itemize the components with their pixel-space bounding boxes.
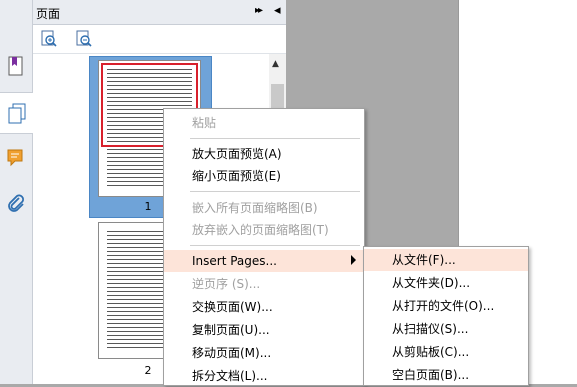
insert-pages-label: Insert Pages... (192, 254, 277, 268)
insert-pages-submenu: 从文件(F)... 从文件夹(D)... 从打开的文件(O)... 从扫描仪(S… (363, 246, 529, 386)
menu-item-reverse-order[interactable]: 逆页序 (S)... (164, 273, 364, 295)
submenu-item-from-folder[interactable]: 从文件夹(D)... (364, 272, 528, 294)
menu-item-swap-pages[interactable]: 交换页面(W)... (164, 296, 364, 318)
menu-item-reduce-preview[interactable]: 缩小页面预览(E) (164, 165, 364, 187)
menu-item-insert-pages[interactable]: Insert Pages... (164, 250, 364, 272)
bookmarks-tab[interactable] (0, 46, 32, 86)
comments-tab[interactable] (0, 138, 32, 178)
menu-separator (190, 138, 360, 139)
menu-item-enlarge-preview[interactable]: 放大页面预览(A) (164, 143, 364, 165)
page-number-label: 2 (144, 364, 152, 377)
comment-icon (7, 149, 23, 167)
menu-item-move-pages[interactable]: 移动页面(M)... (164, 342, 364, 364)
bookmark-icon (8, 56, 23, 76)
panel-toolbar (33, 25, 286, 54)
attachments-tab[interactable] (0, 184, 32, 224)
pages-tab[interactable] (0, 92, 33, 134)
pages-icon (8, 103, 25, 124)
panel-collapse-icon[interactable]: ◂ (274, 3, 281, 18)
menu-separator (190, 191, 360, 192)
scroll-up-icon[interactable]: ▲ (272, 59, 279, 69)
zoom-out-page-icon[interactable] (75, 30, 93, 48)
panel-options-icon[interactable]: ▸▸ (255, 5, 263, 16)
submenu-item-from-scanner[interactable]: 从扫描仪(S)... (364, 318, 528, 340)
submenu-item-blank-page[interactable]: 空白页面(B)... (364, 364, 528, 386)
menu-separator (190, 245, 360, 246)
panel-title: 页面 (36, 7, 61, 21)
context-menu: 粘贴 放大页面预览(A) 缩小页面预览(E) 嵌入所有页面缩略图(B) 放弃嵌入… (163, 108, 365, 386)
menu-item-copy-pages[interactable]: 复制页面(U)... (164, 319, 364, 341)
zoom-in-page-icon[interactable] (40, 30, 58, 48)
submenu-item-from-open-file[interactable]: 从打开的文件(O)... (364, 295, 528, 317)
navigation-icon-bar (0, 0, 33, 384)
submenu-item-from-clipboard[interactable]: 从剪贴板(C)... (364, 341, 528, 363)
attachment-icon (8, 194, 24, 212)
submenu-item-from-file[interactable]: 从文件(F)... (364, 249, 528, 271)
menu-item-paste[interactable]: 粘贴 (164, 112, 364, 134)
panel-header: 页面 ▸▸ ◂ (33, 0, 286, 25)
menu-item-embed-thumbnails[interactable]: 嵌入所有页面缩略图(B) (164, 197, 364, 219)
menu-item-discard-thumbnails[interactable]: 放弃嵌入的页面缩略图(T) (164, 219, 364, 241)
submenu-arrow-icon (351, 255, 356, 265)
page-number-label: 1 (144, 200, 152, 213)
